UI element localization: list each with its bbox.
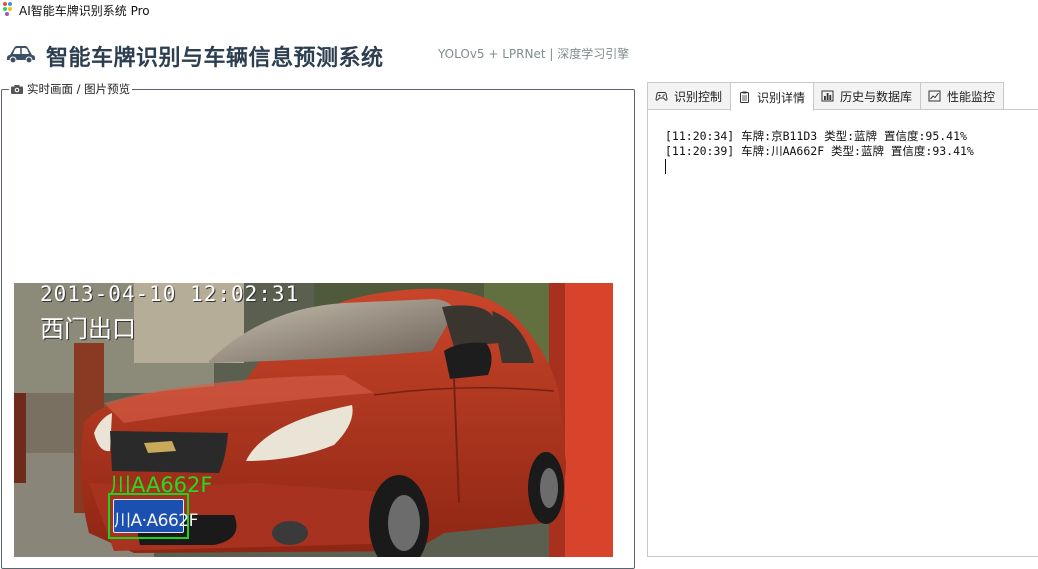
window-titlebar: AI智能车牌识别系统 Pro bbox=[0, 0, 1038, 20]
text-caret bbox=[665, 159, 666, 174]
app-header: 智能车牌识别与车辆信息预测系统 YOLOv5 + LPRNet | 深度学习引擎 bbox=[0, 28, 1038, 76]
page-title: 智能车牌识别与车辆信息预测系统 bbox=[46, 46, 384, 71]
car-icon bbox=[7, 46, 35, 64]
osd-location: 西门出口 bbox=[40, 315, 136, 343]
preview-image: 2013-04-10 12:02:31 西门出口 川AA662F 川A·A662… bbox=[14, 283, 613, 557]
plate-text: 川A·A662F bbox=[114, 511, 198, 531]
tab-recognition-control[interactable]: 识别控制 bbox=[647, 82, 732, 109]
log-line: [11:20:39] 车牌:川AA662F 类型:蓝牌 置信度:93.41% bbox=[665, 144, 974, 158]
license-plate: 川A·A662F bbox=[113, 499, 198, 533]
recognition-log[interactable]: [11:20:34] 车牌:京B11D3 类型:蓝牌 置信度:95.41% [11… bbox=[665, 129, 974, 159]
tab-recognition-control-label: 识别控制 bbox=[674, 89, 723, 104]
bar-chart-icon bbox=[821, 90, 834, 102]
line-chart-icon bbox=[928, 90, 941, 102]
osd-datetime: 2013-04-10 12:02:31 bbox=[40, 283, 300, 306]
tab-performance-monitor-label: 性能监控 bbox=[947, 89, 996, 104]
app-logo-icon bbox=[3, 2, 15, 16]
camera-icon bbox=[11, 84, 23, 94]
detection-box: 川A·A662F bbox=[108, 493, 198, 539]
page-subtitle: YOLOv5 + LPRNet | 深度学习引擎 bbox=[438, 47, 630, 61]
tab-history-database[interactable]: 历史与数据库 bbox=[813, 82, 922, 109]
tab-recognition-details-label: 识别详情 bbox=[757, 90, 806, 105]
preview-group-title: 实时画面 / 图片预览 bbox=[9, 81, 133, 97]
tab-history-database-label: 历史与数据库 bbox=[840, 89, 913, 104]
details-pane bbox=[647, 109, 1038, 557]
tab-recognition-details[interactable]: 识别详情 bbox=[730, 82, 815, 111]
log-line: [11:20:34] 车牌:京B11D3 类型:蓝牌 置信度:95.41% bbox=[665, 129, 967, 143]
tab-bar: 识别控制 识别详情 历史与数据库 性能监控 bbox=[647, 82, 1005, 111]
tab-performance-monitor[interactable]: 性能监控 bbox=[920, 82, 1005, 109]
clipboard-icon bbox=[740, 91, 750, 103]
preview-group-label: 实时画面 / 图片预览 bbox=[27, 82, 131, 96]
window-title: AI智能车牌识别系统 Pro bbox=[19, 4, 150, 18]
gamepad-icon bbox=[655, 92, 668, 101]
